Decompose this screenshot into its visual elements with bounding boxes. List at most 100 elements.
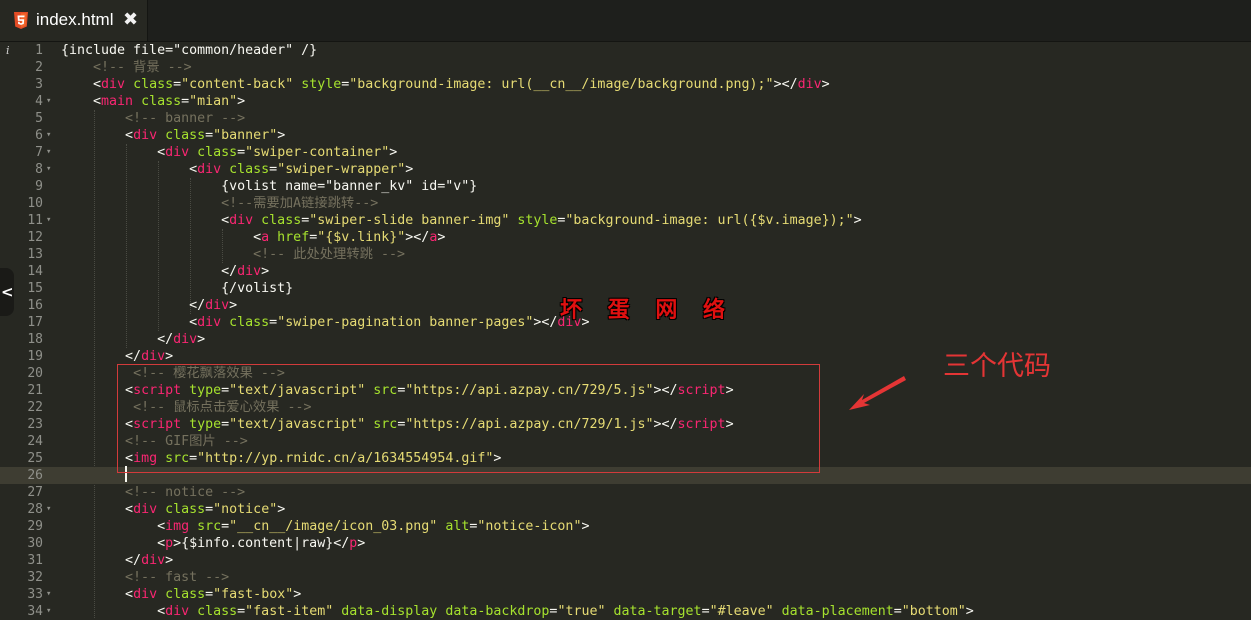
code-token: > [821, 77, 830, 92]
code-line[interactable]: 2 <!-- 背景 --> [0, 59, 1251, 76]
fold-chevron-icon[interactable]: ▾ [46, 161, 51, 178]
code-line[interactable]: 30 <p>{$info.content|raw}</p> [0, 535, 1251, 552]
code-token: class [197, 145, 238, 160]
code-line[interactable]: 13 <!-- 此处处理转跳 --> [0, 246, 1251, 263]
line-code: <!--需要加A链接跳转--> [61, 195, 378, 212]
code-line[interactable]: 11 ▾ <div class="swiper-slide banner-img"… [0, 212, 1251, 229]
code-token: "__cn__/image/icon_03.png" [229, 519, 438, 534]
code-token: > [277, 128, 286, 143]
code-token: > [853, 213, 862, 228]
code-token: class [197, 604, 238, 619]
code-token: < [61, 502, 134, 517]
code-line[interactable]: 19 </div> [0, 348, 1251, 365]
line-number: 34 [27, 604, 43, 619]
code-token: > [965, 604, 974, 619]
line-number: 13 [27, 247, 43, 262]
code-line[interactable]: 6 ▾ <div class="banner"> [0, 127, 1251, 144]
code-token: class [261, 213, 302, 228]
code-token: class [133, 77, 174, 92]
code-token: "true" [557, 604, 606, 619]
code-token: div [101, 77, 126, 92]
fold-chevron-icon[interactable]: ▾ [46, 501, 51, 518]
code-token: src [197, 519, 222, 534]
line-code: <div class="swiper-container"> [61, 144, 397, 161]
code-token: > [197, 332, 206, 347]
line-number: 4 [35, 94, 43, 109]
code-token: > [165, 349, 174, 364]
code-token: >{$info.content|raw}</ [173, 536, 350, 551]
html5-icon [14, 12, 28, 29]
code-line[interactable]: 3 <div class="content-back" style="backg… [0, 76, 1251, 93]
code-token: <!-- fast --> [125, 570, 230, 585]
sidebar-toggle-chevron-icon[interactable]: < [0, 268, 14, 316]
code-editor[interactable]: i 1 {include file="common/header" /} 2 <!--… [0, 42, 1251, 620]
code-token: class [229, 162, 270, 177]
code-token: = [205, 128, 214, 143]
code-token: p [165, 536, 174, 551]
code-token: div [197, 315, 222, 330]
code-token: data-target [613, 604, 702, 619]
code-line[interactable]: 34 ▾ <div class="fast-item" data-display … [0, 603, 1251, 620]
code-line[interactable]: 28 ▾ <div class="notice"> [0, 501, 1251, 518]
code-token: > [237, 94, 246, 109]
line-code: </div> [61, 331, 205, 348]
line-code: <!-- 背景 --> [61, 59, 192, 76]
code-token: < [61, 587, 134, 602]
code-line[interactable]: 33 ▾ <div class="fast-box"> [0, 586, 1251, 603]
fold-chevron-icon[interactable]: ▾ [46, 212, 51, 229]
fold-chevron-icon[interactable]: ▾ [46, 127, 51, 144]
code-token: "background-image: url(__cn__/image/back… [349, 77, 774, 92]
code-token: < [61, 604, 166, 619]
code-token: </ [61, 553, 142, 568]
line-number: 11 [27, 213, 43, 228]
code-token: style [301, 77, 342, 92]
fold-chevron-icon[interactable]: ▾ [46, 144, 51, 161]
code-line[interactable]: 10 <!--需要加A链接跳转--> [0, 195, 1251, 212]
line-number: 30 [27, 536, 43, 551]
code-line[interactable]: 8 ▾ <div class="swiper-wrapper"> [0, 161, 1251, 178]
line-number: 26 [27, 468, 43, 483]
code-line[interactable]: 18 </div> [0, 331, 1251, 348]
code-line[interactable]: 5 <!-- banner --> [0, 110, 1251, 127]
code-line[interactable]: i 1 {include file="common/header" /} [0, 42, 1251, 59]
code-line[interactable]: 14 </div> [0, 263, 1251, 280]
code-line[interactable]: 7 ▾ <div class="swiper-container"> [0, 144, 1251, 161]
code-line[interactable]: 9 {volist name="banner_kv" id="v"} [0, 178, 1251, 195]
line-code: <div class="swiper-slide banner-img" sty… [61, 212, 862, 229]
code-token: "#leave" [709, 604, 774, 619]
code-token: = [893, 604, 902, 619]
fold-chevron-icon[interactable]: ▾ [46, 93, 51, 110]
line-code: <div class="fast-box"> [61, 586, 301, 603]
code-token: <!--需要加A链接跳转--> [221, 196, 379, 211]
code-token: > [261, 264, 270, 279]
code-token: < [61, 94, 102, 109]
line-code: <a href="{$v.link}"></a> [61, 229, 445, 246]
code-line[interactable]: 31 </div> [0, 552, 1251, 569]
code-token: < [61, 213, 230, 228]
line-code: <img src="__cn__/image/icon_03.png" alt=… [61, 518, 589, 535]
code-line[interactable]: 12 <a href="{$v.link}"></a> [0, 229, 1251, 246]
code-token: style [517, 213, 558, 228]
code-line[interactable]: 27 <!-- notice --> [0, 484, 1251, 501]
line-number: 9 [35, 179, 43, 194]
code-token: < [61, 128, 134, 143]
line-code: <!-- banner --> [61, 110, 245, 127]
fold-chevron-icon[interactable]: ▾ [46, 586, 51, 603]
code-token: data-placement [781, 604, 894, 619]
code-token: img [165, 519, 190, 534]
code-line[interactable]: 4 ▾ <main class="mian"> [0, 93, 1251, 110]
tab-index-html[interactable]: index.html ✖ [0, 0, 148, 41]
line-code: <main class="mian"> [61, 93, 245, 110]
code-line[interactable]: 32 <!-- fast --> [0, 569, 1251, 586]
close-icon[interactable]: ✖ [123, 9, 138, 30]
arrow-icon [849, 376, 906, 410]
code-line[interactable]: 29 <img src="__cn__/image/icon_03.png" a… [0, 518, 1251, 535]
fold-chevron-icon[interactable]: ▾ [46, 603, 51, 620]
